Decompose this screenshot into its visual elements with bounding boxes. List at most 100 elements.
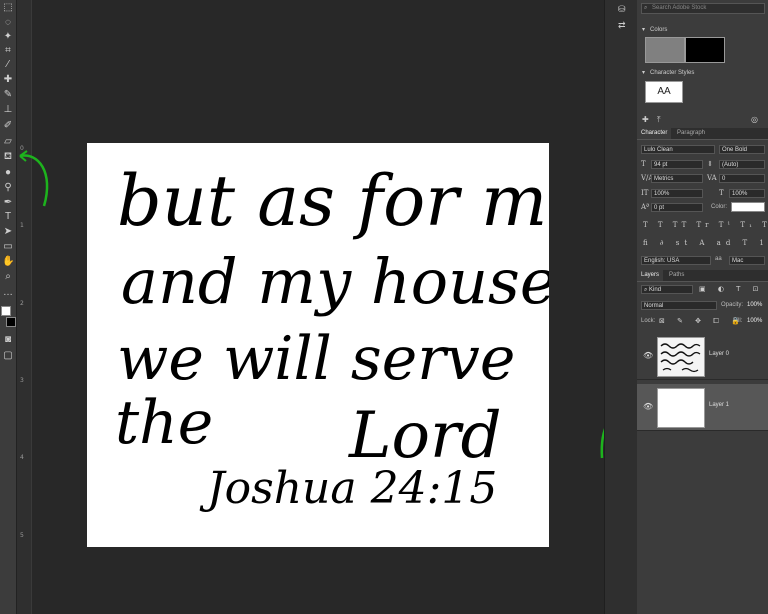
kerning-field[interactable]: Metrics bbox=[651, 174, 703, 183]
path-selection-tool-icon[interactable]: ➤ bbox=[2, 226, 14, 238]
layer-thumbnail-lettering bbox=[660, 343, 701, 373]
ruler-label: 5 bbox=[20, 532, 24, 539]
baseline-shift-field[interactable]: 0 pt bbox=[651, 203, 703, 212]
font-size-icon: T bbox=[641, 160, 646, 168]
font-style-select[interactable]: One Bold bbox=[719, 145, 765, 154]
antialias-icon: aa bbox=[715, 256, 722, 262]
document-canvas[interactable]: but as for me and my house, we will serv… bbox=[87, 143, 589, 547]
vertical-ruler: 0 1 2 3 4 5 bbox=[17, 0, 32, 614]
lettering-line-1: but as for me bbox=[117, 160, 549, 242]
zoom-tool-icon[interactable]: ⌕ bbox=[2, 271, 14, 283]
opacity-label: Opacity: bbox=[721, 302, 744, 308]
search-placeholder: Search Adobe Stock bbox=[652, 5, 707, 11]
lettering-line-5: Lord bbox=[348, 399, 502, 473]
healing-brush-tool-icon[interactable]: ✚ bbox=[2, 74, 14, 86]
tools-panel: ⬚ ◌ ✦ ⌗ ⁄ ✚ ✎ ⊥ ✐ ▱ ⛾ ● ⚲ ✒ T ➤ ▭ ✋ ⌕ … … bbox=[0, 0, 17, 614]
pen-tool-icon[interactable]: ✒ bbox=[2, 197, 14, 209]
history-brush-tool-icon[interactable]: ✐ bbox=[2, 120, 14, 132]
ruler-label: 1 bbox=[20, 222, 24, 229]
annotation-arrow-icon bbox=[19, 150, 49, 207]
rectangle-tool-icon[interactable]: ▭ bbox=[2, 241, 14, 253]
tab-paragraph[interactable]: Paragraph bbox=[673, 128, 709, 139]
background-color-swatch[interactable] bbox=[6, 317, 16, 327]
opentype-buttons[interactable]: ﬁ ∂ st A ad T 1st ½ bbox=[643, 239, 768, 247]
vertical-scale-icon: IT bbox=[641, 189, 649, 197]
search-icon: ⌕ bbox=[644, 5, 648, 11]
font-family-select[interactable]: Lulo Clean bbox=[641, 145, 715, 154]
tracking-field[interactable]: 0 bbox=[719, 174, 765, 183]
fill-label: Fill: bbox=[733, 318, 743, 324]
horizontal-scale-field[interactable]: 100% bbox=[729, 189, 765, 198]
tab-layers[interactable]: Layers bbox=[637, 270, 664, 281]
lettering-line-2: and my house, bbox=[121, 245, 549, 318]
antialias-select[interactable]: Mac bbox=[729, 256, 765, 265]
foreground-color-swatch[interactable] bbox=[1, 306, 11, 316]
vertical-scale-field[interactable]: 100% bbox=[651, 189, 703, 198]
background-color-chip[interactable] bbox=[685, 37, 725, 63]
update-style-icon[interactable]: ⤒ bbox=[657, 115, 661, 125]
ruler-label: 4 bbox=[20, 454, 24, 461]
collapsed-panel-dock: ⛁ ⇄ bbox=[604, 0, 638, 614]
layer-kind-filter[interactable]: ⌕ Kind bbox=[641, 285, 693, 294]
lock-buttons[interactable]: ⊠ ✎ ✥ ⧠ 🔒 bbox=[659, 317, 745, 326]
layer-thumbnail bbox=[657, 388, 705, 428]
layer-row[interactable]: 👁 Layer 0 bbox=[637, 333, 768, 380]
more-tools-icon[interactable]: … bbox=[2, 287, 14, 299]
leading-field[interactable]: (Auto) bbox=[719, 160, 765, 169]
adjustments-icon[interactable]: ⇄ bbox=[618, 20, 626, 31]
lettering-line-6: Joshua 24:15 bbox=[199, 463, 497, 514]
type-tool-icon[interactable]: T bbox=[2, 211, 14, 223]
foreground-color-chip[interactable] bbox=[645, 37, 685, 63]
panel-menu-icon[interactable]: ◎ bbox=[751, 115, 758, 124]
magic-wand-tool-icon[interactable]: ✦ bbox=[2, 31, 14, 43]
ruler-label: 3 bbox=[20, 377, 24, 384]
color-label: Color: bbox=[711, 204, 728, 210]
visibility-eye-icon[interactable]: 👁 bbox=[643, 351, 653, 360]
layer-thumbnail bbox=[657, 337, 705, 377]
font-size-field[interactable]: 94 pt bbox=[651, 160, 703, 169]
leading-icon: ⇕ bbox=[707, 160, 713, 168]
fill-value[interactable]: 100% bbox=[747, 318, 762, 324]
dodge-tool-icon[interactable]: ⚲ bbox=[2, 182, 14, 194]
text-color-swatch[interactable] bbox=[731, 202, 765, 212]
baseline-shift-icon: Aª bbox=[641, 203, 650, 211]
layer-filter-icons[interactable]: ▣ ◐ T ⊡ ⧉ ● bbox=[699, 285, 768, 294]
quick-mask-icon[interactable]: ◙ bbox=[2, 334, 14, 346]
character-styles-collapse-icon[interactable]: ▾ bbox=[642, 69, 645, 77]
language-select[interactable]: English: USA bbox=[641, 256, 711, 265]
lock-label: Lock: bbox=[641, 318, 656, 324]
type-style-buttons[interactable]: T T TT Tr T¹ T₁ T T̶ bbox=[643, 221, 768, 229]
colors-collapse-icon[interactable]: ▾ bbox=[642, 26, 645, 34]
character-styles-title: Character Styles bbox=[650, 70, 695, 76]
character-tabbar: Character Paragraph bbox=[637, 128, 768, 140]
lettering-line-3: we will serve bbox=[117, 324, 515, 394]
hand-tool-icon[interactable]: ✋ bbox=[2, 256, 14, 268]
right-panels: ⌕ Search Adobe Stock ▾ Colors ▾ Characte… bbox=[637, 0, 768, 614]
tab-character[interactable]: Character bbox=[637, 128, 672, 139]
tracking-icon: VA bbox=[707, 174, 717, 182]
marquee-tool-icon[interactable]: ⬚ bbox=[2, 2, 14, 14]
screen-mode-icon[interactable]: ▢ bbox=[2, 350, 14, 362]
brush-tool-icon[interactable]: ✎ bbox=[2, 89, 14, 101]
ruler-label: 2 bbox=[20, 300, 24, 307]
paint-bucket-tool-icon[interactable]: ⛾ bbox=[2, 151, 14, 163]
stock-search-box[interactable]: ⌕ Search Adobe Stock bbox=[641, 3, 765, 14]
clone-stamp-tool-icon[interactable]: ⊥ bbox=[2, 104, 14, 116]
eraser-tool-icon[interactable]: ▱ bbox=[2, 136, 14, 148]
layer-name: Layer 0 bbox=[709, 351, 730, 357]
eyedropper-tool-icon[interactable]: ⁄ bbox=[2, 59, 14, 71]
layer-name: Layer 1 bbox=[709, 402, 730, 408]
history-icon[interactable]: ⛁ bbox=[618, 4, 626, 15]
layer-row-selected[interactable]: 👁 Layer 1 bbox=[637, 384, 768, 431]
hand-lettering-artwork: but as for me and my house, we will serv… bbox=[115, 160, 589, 514]
new-style-icon[interactable]: ✚ bbox=[642, 115, 649, 124]
tab-paths[interactable]: Paths bbox=[665, 270, 688, 281]
lasso-tool-icon[interactable]: ◌ bbox=[2, 17, 14, 29]
character-style-preview[interactable]: AA bbox=[645, 81, 683, 103]
blur-tool-icon[interactable]: ● bbox=[2, 167, 14, 179]
lettering-line-4: the bbox=[115, 388, 213, 458]
visibility-eye-icon[interactable]: 👁 bbox=[643, 402, 653, 411]
blend-mode-select[interactable]: Normal bbox=[641, 301, 717, 310]
opacity-value[interactable]: 100% bbox=[747, 302, 762, 308]
crop-tool-icon[interactable]: ⌗ bbox=[2, 45, 14, 57]
